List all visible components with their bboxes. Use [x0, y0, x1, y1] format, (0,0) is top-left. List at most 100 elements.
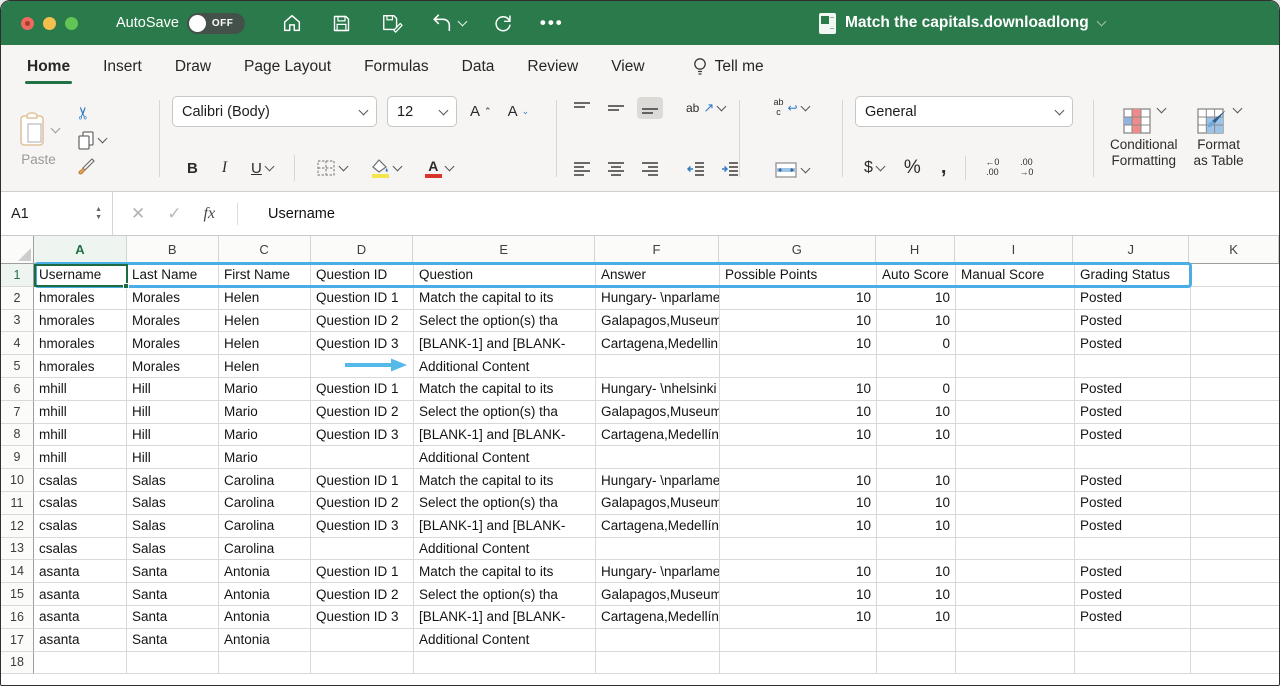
column-header-G[interactable]: G [719, 236, 876, 264]
cell-G2[interactable]: 10 [720, 287, 877, 310]
cell-J17[interactable] [1075, 629, 1191, 652]
cell-C14[interactable]: Antonia [219, 560, 311, 583]
cell-C11[interactable]: Carolina [219, 492, 311, 515]
cell-D6[interactable]: Question ID 1 [311, 378, 414, 401]
tab-formulas[interactable]: Formulas [364, 45, 429, 88]
cell-C1[interactable]: First Name [219, 264, 311, 287]
cell-G15[interactable]: 10 [720, 583, 877, 606]
row-header-8[interactable]: 8 [1, 424, 34, 447]
cell-K12[interactable] [1191, 515, 1279, 538]
cell-A7[interactable]: mhill [34, 401, 127, 424]
row-header-12[interactable]: 12 [1, 515, 34, 538]
cell-H15[interactable]: 10 [877, 583, 956, 606]
cell-I8[interactable] [956, 424, 1075, 447]
cell-K2[interactable] [1191, 287, 1279, 310]
conditional-formatting-button[interactable]: Conditional Formatting [1110, 108, 1178, 169]
borders-button[interactable] [313, 156, 350, 180]
cell-K8[interactable] [1191, 424, 1279, 447]
cell-F14[interactable]: Hungary- \nparlame [596, 560, 720, 583]
row-header-3[interactable]: 3 [1, 310, 34, 333]
cell-I7[interactable] [956, 401, 1075, 424]
cell-D9[interactable] [311, 446, 414, 469]
format-painter-button[interactable] [74, 155, 99, 177]
row-header-16[interactable]: 16 [1, 606, 34, 629]
cell-I6[interactable] [956, 378, 1075, 401]
cell-A6[interactable]: mhill [34, 378, 127, 401]
cell-G3[interactable]: 10 [720, 310, 877, 333]
cell-I9[interactable] [956, 446, 1075, 469]
column-header-K[interactable]: K [1189, 236, 1279, 264]
cell-E11[interactable]: Select the option(s) tha [414, 492, 596, 515]
cell-I14[interactable] [956, 560, 1075, 583]
column-header-E[interactable]: E [413, 236, 595, 264]
cell-E13[interactable]: Additional Content [414, 538, 596, 561]
row-header-7[interactable]: 7 [1, 401, 34, 424]
cell-K9[interactable] [1191, 446, 1279, 469]
cell-K6[interactable] [1191, 378, 1279, 401]
cell-H12[interactable]: 10 [877, 515, 956, 538]
cell-E8[interactable]: [BLANK-1] and [BLANK- [414, 424, 596, 447]
row-header-13[interactable]: 13 [1, 538, 34, 561]
cell-E5[interactable]: Additional Content [414, 355, 596, 378]
cut-button[interactable]: ✂ [74, 101, 94, 125]
cell-B12[interactable]: Salas [127, 515, 219, 538]
cell-D8[interactable]: Question ID 3 [311, 424, 414, 447]
cell-F5[interactable] [596, 355, 720, 378]
cell-F17[interactable] [596, 629, 720, 652]
cell-J3[interactable]: Posted [1075, 310, 1191, 333]
cell-C7[interactable]: Mario [219, 401, 311, 424]
cell-B1[interactable]: Last Name [127, 264, 219, 287]
cell-E2[interactable]: Match the capital to its [414, 287, 596, 310]
row-header-11[interactable]: 11 [1, 492, 34, 515]
cell-K13[interactable] [1191, 538, 1279, 561]
cell-J4[interactable]: Posted [1075, 332, 1191, 355]
undo-icon[interactable] [429, 10, 455, 36]
percent-format-button[interactable]: % [901, 155, 924, 181]
enter-icon[interactable]: ✓ [167, 204, 181, 224]
cell-E1[interactable]: Question [414, 264, 596, 287]
cell-F11[interactable]: Galapagos,Museum [596, 492, 720, 515]
cell-D10[interactable]: Question ID 1 [311, 469, 414, 492]
cell-B10[interactable]: Salas [127, 469, 219, 492]
cell-J16[interactable]: Posted [1075, 606, 1191, 629]
cell-C18[interactable] [219, 652, 311, 675]
cell-E3[interactable]: Select the option(s) tha [414, 310, 596, 333]
cell-I2[interactable] [956, 287, 1075, 310]
cell-C4[interactable]: Helen [219, 332, 311, 355]
cell-A17[interactable]: asanta [34, 629, 127, 652]
cell-A15[interactable]: asanta [34, 583, 127, 606]
cancel-icon[interactable]: ✕ [131, 204, 145, 224]
align-middle-button[interactable] [603, 97, 629, 119]
redo-icon[interactable] [490, 10, 516, 36]
more-commands-icon[interactable]: ••• [540, 13, 564, 33]
cell-H3[interactable]: 10 [877, 310, 956, 333]
cell-D18[interactable] [311, 652, 414, 675]
cell-K3[interactable] [1191, 310, 1279, 333]
cell-J1[interactable]: Grading Status [1075, 264, 1191, 287]
fill-handle[interactable] [123, 283, 129, 289]
row-header-17[interactable]: 17 [1, 629, 34, 652]
cell-C5[interactable]: Helen [219, 355, 311, 378]
cell-A14[interactable]: asanta [34, 560, 127, 583]
autosave-toggle[interactable]: OFF [187, 13, 245, 34]
zoom-button[interactable] [65, 17, 78, 30]
cell-K10[interactable] [1191, 469, 1279, 492]
cell-D4[interactable]: Question ID 3 [311, 332, 414, 355]
cell-B5[interactable]: Morales [127, 355, 219, 378]
cell-A16[interactable]: asanta [34, 606, 127, 629]
fill-color-button[interactable] [368, 157, 404, 180]
cell-F15[interactable]: Galapagos,Museum [596, 583, 720, 606]
cell-A1[interactable]: Username [34, 264, 127, 287]
cell-F12[interactable]: Cartagena,Medellín [596, 515, 720, 538]
cell-J10[interactable]: Posted [1075, 469, 1191, 492]
row-header-5[interactable]: 5 [1, 355, 34, 378]
home-icon[interactable] [279, 10, 305, 36]
row-header-2[interactable]: 2 [1, 287, 34, 310]
cell-J2[interactable]: Posted [1075, 287, 1191, 310]
column-header-H[interactable]: H [876, 236, 955, 264]
row-header-4[interactable]: 4 [1, 332, 34, 355]
cell-K11[interactable] [1191, 492, 1279, 515]
cell-E17[interactable]: Additional Content [414, 629, 596, 652]
cell-D14[interactable]: Question ID 1 [311, 560, 414, 583]
cell-H6[interactable]: 0 [877, 378, 956, 401]
